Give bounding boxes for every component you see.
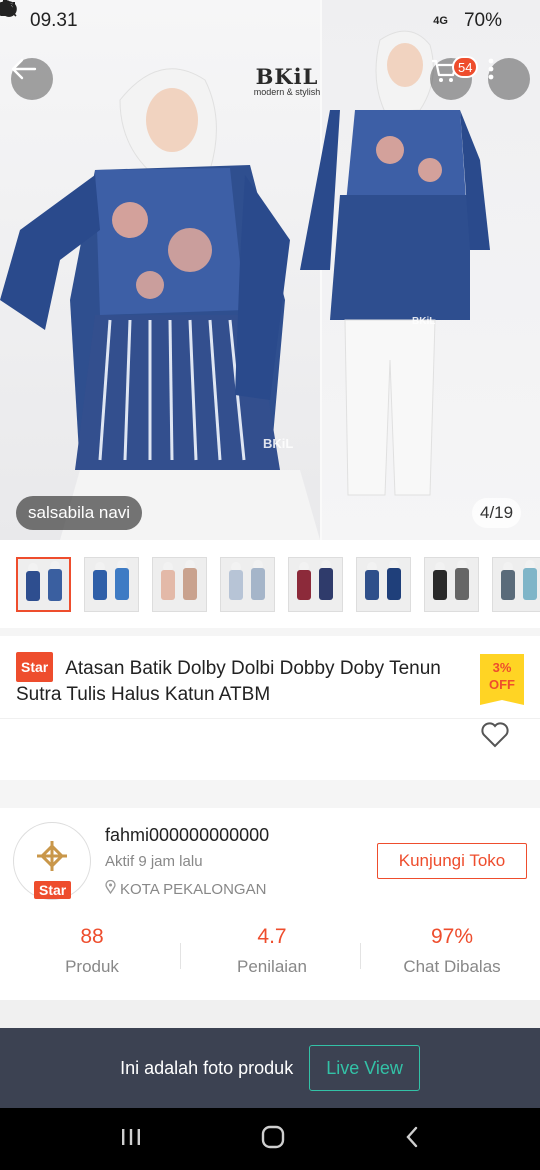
- status-icons: 4G 70%: [0, 0, 510, 32]
- star-badge: Star: [16, 652, 54, 682]
- home-icon: [261, 1125, 285, 1148]
- thumbnail-item[interactable]: [492, 556, 540, 612]
- system-back-button[interactable]: [404, 1126, 420, 1153]
- thumbnail-item[interactable]: [288, 556, 343, 612]
- battery-percent: 70%: [463, 10, 502, 31]
- watermark-right: BKiL: [412, 316, 435, 327]
- stat-chat-label: Chat Dibalas: [403, 957, 501, 976]
- brand-logo-text: BKiL: [255, 64, 319, 89]
- stat-rating-value: 4.7: [257, 925, 287, 948]
- more-options-button[interactable]: [488, 58, 530, 100]
- product-image-carousel[interactable]: BKiL BKiL 09.31 4G 70% BKiL modern & sty…: [0, 0, 540, 540]
- live-view-text: Ini adalah foto produk: [120, 1057, 294, 1078]
- stat-rating[interactable]: 4.7 Penilaian: [182, 925, 362, 977]
- thumbnail-item[interactable]: [16, 556, 71, 612]
- shop-active-status: Aktif 9 jam lalu: [105, 853, 203, 870]
- live-view-bar: Ini adalah foto produk Live View: [0, 1028, 540, 1108]
- stat-chat-value: 97%: [430, 925, 474, 948]
- discount-percent: 3%: [492, 660, 512, 675]
- photo-seller-chip[interactable]: salsabila navi: [16, 496, 143, 530]
- thumbnail-item[interactable]: [424, 556, 479, 612]
- shop-name[interactable]: fahmi000000000000: [105, 825, 269, 846]
- brand-logo: BKiL modern & stylish: [250, 64, 324, 97]
- shop-star-badge: Star: [34, 881, 72, 899]
- favorite-row: [0, 718, 540, 780]
- watermark-left: BKiL: [263, 436, 293, 451]
- recent-apps-icon: [121, 1128, 140, 1145]
- product-title: Star Atasan Batik Dolby Dolbi Dobby Doby …: [16, 652, 456, 708]
- cart-count-badge: 54: [452, 56, 479, 78]
- shop-location-text: KOTA PEKALONGAN: [120, 880, 267, 898]
- product-title-text: Atasan Batik Dolby Dolbi Dobby Doby Tenu…: [16, 658, 441, 705]
- stat-products-value: 88: [80, 925, 104, 948]
- thumbnail-item[interactable]: [152, 556, 207, 612]
- home-button[interactable]: [261, 1125, 285, 1154]
- product-page: BKiL BKiL 09.31 4G 70% BKiL modern & sty…: [0, 0, 540, 1170]
- discount-badge: 3% OFF: [480, 654, 524, 705]
- location-pin-icon: [105, 879, 116, 898]
- visit-shop-button[interactable]: Kunjungi Toko: [377, 843, 527, 879]
- shop-location: KOTA PEKALONGAN: [105, 879, 267, 898]
- thumbnail-strip[interactable]: [0, 540, 540, 628]
- live-view-button[interactable]: Live View: [309, 1045, 420, 1091]
- stat-rating-label: Penilaian: [237, 957, 307, 976]
- thumbnail-item[interactable]: [84, 556, 139, 612]
- chevron-left-icon: [406, 1126, 418, 1147]
- image-counter: 4/19: [472, 498, 522, 528]
- system-nav-bar: [0, 1108, 540, 1170]
- heart-icon: [480, 722, 510, 753]
- recent-apps-button[interactable]: [120, 1127, 142, 1152]
- stat-divider: [180, 943, 181, 969]
- status-bar: 09.31 4G 70%: [0, 0, 540, 42]
- stat-divider: [360, 943, 361, 969]
- thumbnail-item[interactable]: [220, 556, 275, 612]
- back-button[interactable]: [11, 58, 53, 100]
- favorite-button[interactable]: [480, 721, 510, 754]
- shop-logo-icon: [37, 841, 67, 871]
- thumbnail-item[interactable]: [356, 556, 411, 612]
- stat-products[interactable]: 88 Produk: [2, 925, 182, 977]
- stat-products-label: Produk: [65, 957, 119, 976]
- product-title-section: Star Atasan Batik Dolby Dolbi Dobby Doby …: [0, 636, 540, 718]
- brand-tagline: modern & stylish: [253, 87, 321, 97]
- status-time: 09.31: [30, 10, 78, 31]
- discount-label: OFF: [489, 677, 515, 692]
- network-type: 4G: [433, 15, 448, 27]
- stat-chat-replied[interactable]: 97% Chat Dibalas: [362, 925, 540, 977]
- section-divider: [0, 1000, 540, 1028]
